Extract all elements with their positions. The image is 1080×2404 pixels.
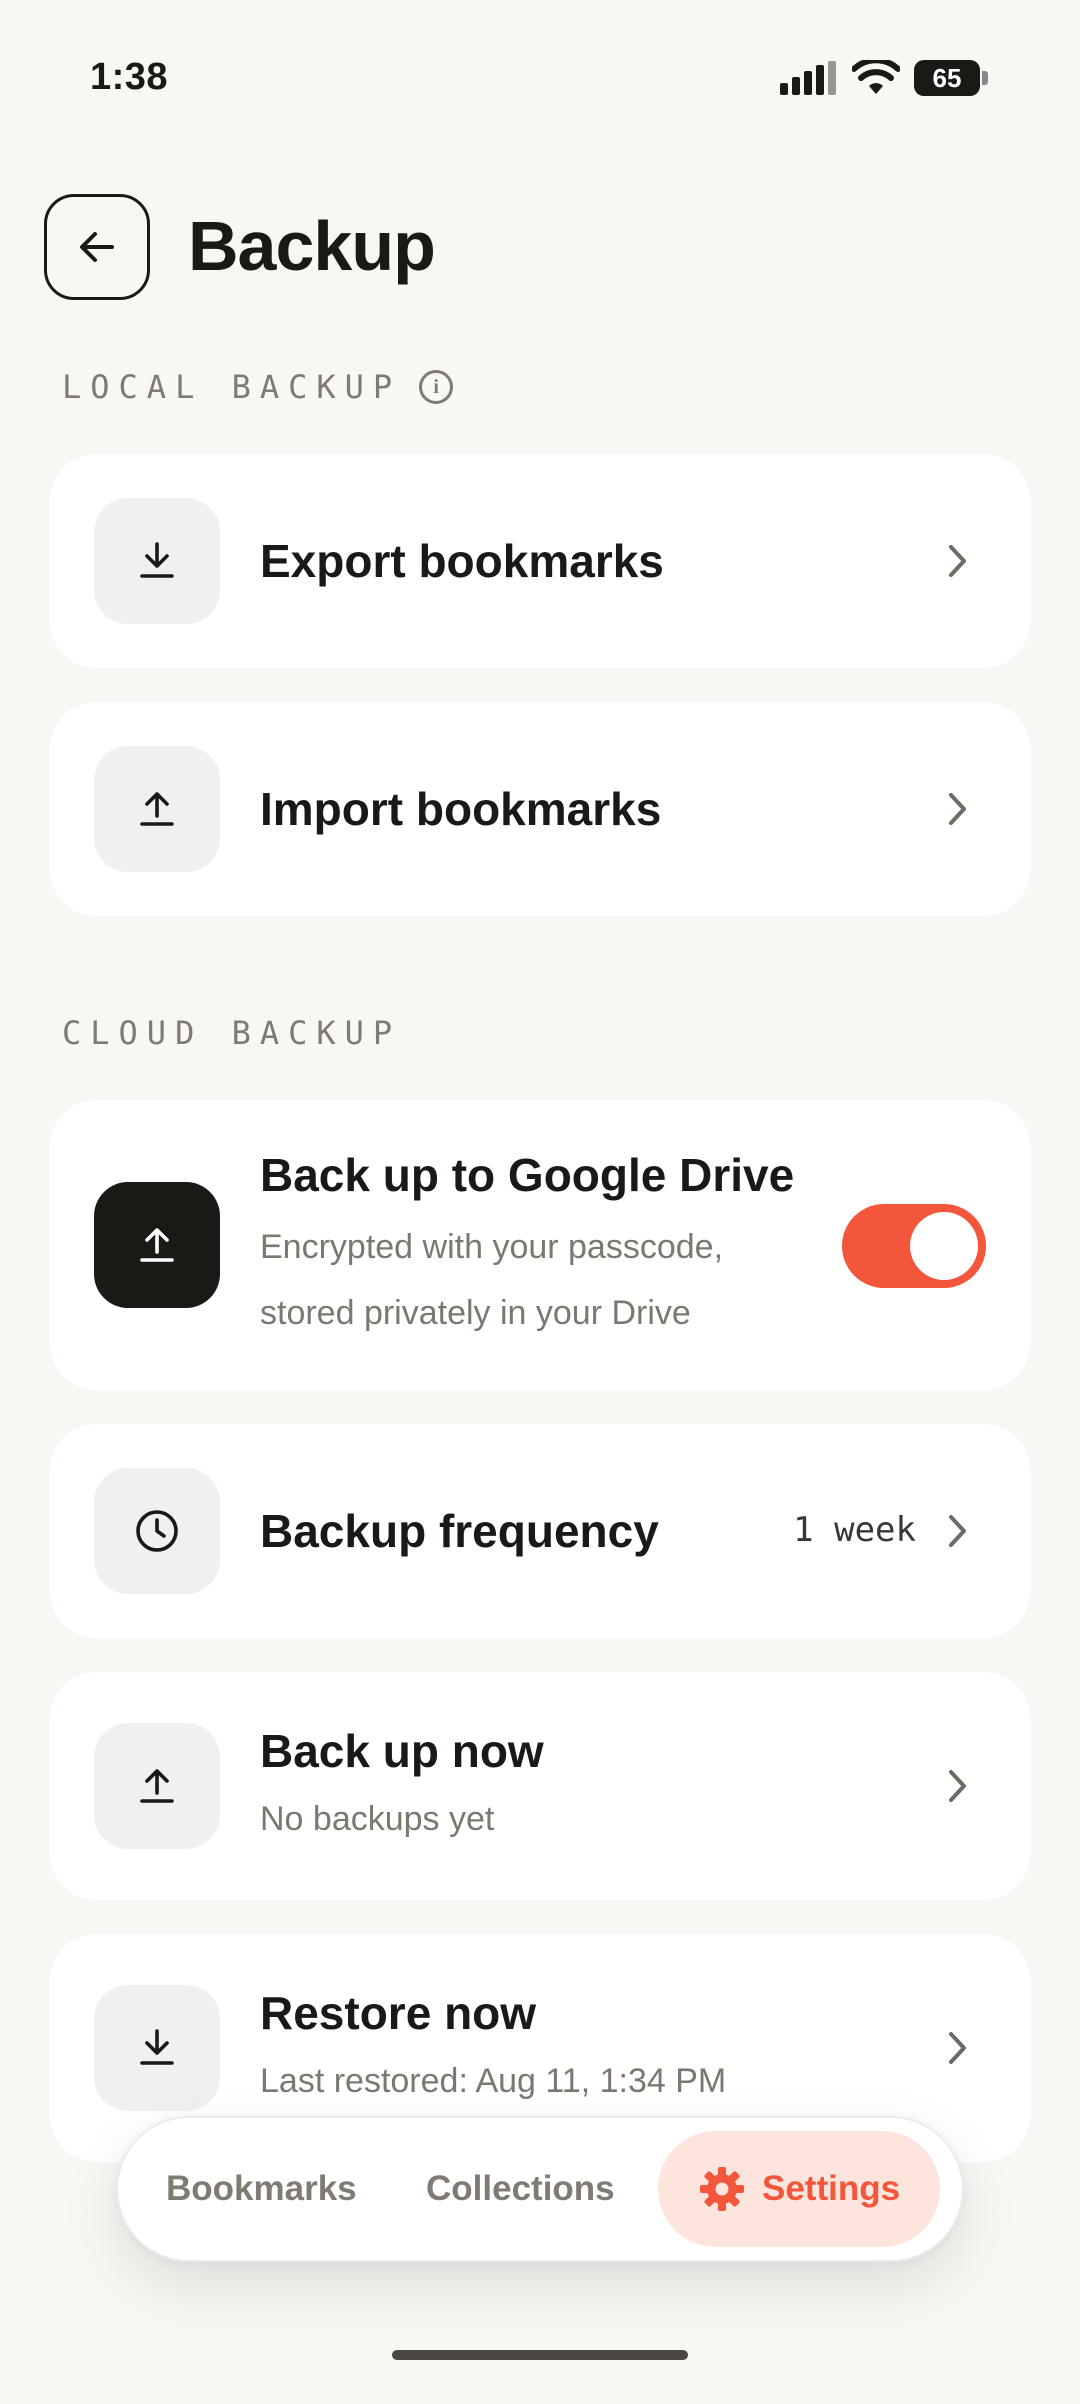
nav-settings-label: Settings bbox=[762, 2169, 901, 2208]
wifi-icon bbox=[852, 60, 900, 94]
backup-frequency-value: 1 week bbox=[793, 1510, 916, 1550]
bottom-nav: Bookmarks Collections Settings bbox=[116, 2116, 964, 2262]
backup-frequency-row[interactable]: Backup frequency 1 week bbox=[50, 1424, 1030, 1638]
signal-icon bbox=[780, 61, 836, 95]
gear-icon bbox=[700, 2167, 744, 2211]
nav-bookmarks[interactable]: Bookmarks bbox=[166, 2118, 357, 2260]
google-drive-subtitle-line1: Encrypted with your passcode, bbox=[260, 1228, 724, 1266]
battery-tip bbox=[982, 71, 988, 85]
upload-icon bbox=[94, 1723, 220, 1849]
google-drive-backup-row: Back up to Google Drive Encrypted with y… bbox=[50, 1100, 1030, 1390]
chevron-right-icon bbox=[938, 2028, 978, 2068]
back-up-now-subtitle: No backups yet bbox=[260, 1800, 495, 1838]
status-icons: 65 bbox=[780, 60, 988, 96]
back-up-now-row[interactable]: Back up now No backups yet bbox=[50, 1672, 1030, 1900]
cloud-backup-section-label: CLOUD BACKUP bbox=[62, 1014, 401, 1052]
download-icon bbox=[94, 1985, 220, 2111]
back-button[interactable] bbox=[44, 194, 150, 300]
restore-now-subtitle: Last restored: Aug 11, 1:34 PM bbox=[260, 2062, 727, 2100]
nav-collections-label: Collections bbox=[426, 2169, 615, 2208]
toggle-knob bbox=[910, 1212, 978, 1280]
import-bookmarks-label: Import bookmarks bbox=[260, 783, 662, 835]
cloud-backup-label: CLOUD BACKUP bbox=[62, 1014, 402, 1052]
export-bookmarks-row[interactable]: Export bookmarks bbox=[50, 454, 1030, 668]
nav-bookmarks-label: Bookmarks bbox=[166, 2169, 357, 2208]
arrow-left-icon bbox=[80, 232, 114, 262]
download-icon bbox=[94, 498, 220, 624]
export-bookmarks-label: Export bookmarks bbox=[260, 535, 664, 587]
local-backup-label: LOCAL BACKUP bbox=[62, 368, 402, 406]
chevron-right-icon bbox=[938, 1511, 978, 1551]
page-title: Backup bbox=[188, 207, 436, 285]
back-up-now-label: Back up now bbox=[260, 1725, 544, 1777]
clock-icon bbox=[94, 1468, 220, 1594]
chevron-right-icon bbox=[938, 789, 978, 829]
battery-indicator: 65 bbox=[914, 60, 980, 96]
status-time: 1:38 bbox=[90, 56, 169, 98]
upload-icon bbox=[94, 746, 220, 872]
google-drive-subtitle-line2: stored privately in your Drive bbox=[260, 1294, 691, 1332]
chevron-right-icon bbox=[938, 1766, 978, 1806]
info-icon[interactable]: i bbox=[419, 370, 454, 404]
chevron-right-icon bbox=[938, 541, 978, 581]
battery-level: 65 bbox=[932, 62, 962, 93]
restore-now-label: Restore now bbox=[260, 1987, 537, 2039]
nav-collections[interactable]: Collections bbox=[426, 2118, 615, 2260]
backup-frequency-label: Backup frequency bbox=[260, 1505, 659, 1557]
google-drive-title: Back up to Google Drive bbox=[260, 1149, 795, 1201]
home-indicator[interactable] bbox=[392, 2350, 688, 2360]
import-bookmarks-row[interactable]: Import bookmarks bbox=[50, 702, 1030, 916]
google-drive-toggle[interactable] bbox=[842, 1204, 986, 1288]
nav-settings[interactable]: Settings bbox=[658, 2131, 941, 2247]
local-backup-section-label: LOCAL BACKUP i bbox=[62, 368, 454, 406]
upload-icon bbox=[94, 1182, 220, 1308]
